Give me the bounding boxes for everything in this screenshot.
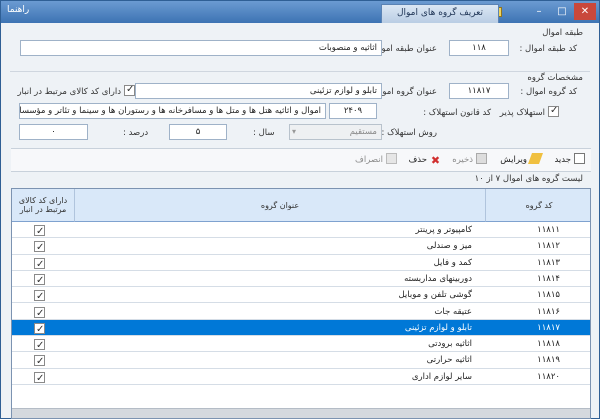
group-title-cell: کمد و فایل bbox=[433, 257, 472, 268]
cancel-button[interactable]: انصراف bbox=[355, 153, 397, 168]
percent-label: درصد : bbox=[123, 128, 149, 138]
help-menu[interactable]: راهنما bbox=[7, 5, 29, 15]
save-button[interactable]: ذخیره bbox=[452, 153, 487, 168]
table-row[interactable]: دوربینهای مداربسته ۱۱۸۱۴ bbox=[12, 271, 590, 288]
stock-link-checkbox[interactable] bbox=[34, 240, 45, 254]
table-row[interactable]: گوشی تلفن و موبایل ۱۱۸۱۵ bbox=[12, 287, 590, 304]
group-title-field[interactable]: تابلو و لوازم تزئینی bbox=[135, 83, 382, 99]
year-label: سال : bbox=[253, 128, 275, 138]
class-title-field[interactable]: اثاثیه و منصوبات bbox=[20, 40, 382, 56]
group-code-cell: ۱۱۸۲۰ bbox=[537, 371, 560, 382]
group-code-cell: ۱۱۸۱۴ bbox=[537, 273, 560, 284]
group-code-cell: ۱۱۸۱۵ bbox=[537, 290, 560, 301]
group-code-cell: ۱۱۸۱۸ bbox=[537, 339, 560, 350]
table-row[interactable]: سایر لوازم اداری ۱۱۸۲۰ bbox=[12, 369, 590, 385]
table-row[interactable]: میز و صندلی ۱۱۸۱۲ bbox=[12, 238, 590, 255]
law-code-field[interactable]: ۲۴۰۹ bbox=[329, 103, 377, 119]
header-group-title[interactable]: عنوان گروه bbox=[75, 189, 486, 222]
stock-link-checkbox[interactable] bbox=[34, 371, 45, 385]
group-title-cell: میز و صندلی bbox=[426, 241, 472, 252]
title-bar: ✕ □ – تعریف گروه های اموال راهنما bbox=[1, 1, 599, 23]
percent-field[interactable]: ۰ bbox=[19, 124, 88, 140]
window-title: تعریف گروه های اموال bbox=[381, 4, 499, 23]
form-body: طبقه اموال کد طبقه اموال : ۱۱۸ عنوان طبق… bbox=[3, 23, 597, 419]
maximize-button[interactable]: □ bbox=[551, 3, 573, 20]
stock-code-checkbox[interactable] bbox=[124, 84, 135, 96]
group-code-cell: ۱۱۸۱۳ bbox=[537, 257, 560, 268]
year-field[interactable]: ۵ bbox=[169, 124, 227, 140]
table-row[interactable]: کمد و فایل ۱۱۸۱۳ bbox=[12, 255, 590, 271]
cancel-icon bbox=[386, 153, 397, 164]
stock-link-checkbox[interactable] bbox=[34, 306, 45, 320]
class-section-legend: طبقه اموال bbox=[542, 28, 583, 38]
header-group-code[interactable]: کد گروه bbox=[486, 189, 590, 222]
method-select[interactable]: مستقیم bbox=[289, 124, 382, 140]
group-code-cell: ۱۱۸۱۷ bbox=[537, 322, 560, 333]
new-button[interactable]: جدید bbox=[554, 153, 585, 168]
delete-button[interactable]: ✖حذف bbox=[408, 153, 441, 168]
stock-link-checkbox[interactable] bbox=[34, 322, 45, 336]
group-code-cell: ۱۱۸۱۹ bbox=[537, 355, 560, 366]
stock-link-checkbox[interactable] bbox=[34, 224, 45, 238]
stock-link-checkbox[interactable] bbox=[34, 354, 45, 368]
group-section-legend: مشخصات گروه bbox=[527, 73, 583, 83]
group-code-field[interactable]: ۱۱۸۱۷ bbox=[449, 83, 509, 99]
edit-button[interactable]: ویرایش bbox=[500, 153, 544, 168]
section-divider bbox=[10, 71, 590, 72]
method-label: روش استهلاک : bbox=[381, 128, 438, 138]
chevron-down-icon: ▾ bbox=[292, 127, 297, 136]
groups-table: دارای کد کالای مرتبط در انبار عنوان گروه… bbox=[11, 188, 591, 419]
stock-link-checkbox[interactable] bbox=[34, 338, 45, 352]
law-code-label: کد قانون استهلاک : bbox=[423, 108, 491, 118]
group-code-label: کد گروه اموال : bbox=[520, 87, 577, 97]
pencil-icon bbox=[527, 153, 544, 164]
stock-code-checkbox-label: دارای کد کالای مرتبط در انبار bbox=[17, 87, 121, 97]
table-row[interactable]: کامپیوتر و پرینتر ۱۱۸۱۱ bbox=[12, 222, 590, 239]
save-icon bbox=[476, 153, 487, 164]
group-title-cell: گوشی تلفن و موبایل bbox=[398, 290, 472, 301]
depreciable-label: استهلاک پذیر bbox=[499, 108, 545, 118]
stock-link-checkbox[interactable] bbox=[34, 289, 45, 303]
group-code-cell: ۱۱۸۱۲ bbox=[537, 241, 560, 252]
group-code-cell: ۱۱۸۱۶ bbox=[537, 306, 560, 317]
horizontal-scrollbar[interactable] bbox=[12, 408, 590, 418]
depreciable-checkbox[interactable] bbox=[548, 105, 559, 117]
table-row[interactable]: اثاثیه برودتی ۱۱۸۱۸ bbox=[12, 336, 590, 353]
group-title-cell: دوربینهای مداربسته bbox=[404, 273, 472, 284]
delete-icon: ✖ bbox=[430, 154, 441, 167]
list-legend: لیست گروه های اموال ۷ از ۱۰ bbox=[474, 174, 583, 184]
stock-link-checkbox[interactable] bbox=[34, 257, 45, 271]
group-title-cell: اثاثیه حرارتی bbox=[426, 355, 472, 366]
group-code-cell: ۱۱۸۱۱ bbox=[537, 225, 560, 235]
group-title-cell: کامپیوتر و پرینتر bbox=[415, 225, 472, 235]
close-button[interactable]: ✕ bbox=[574, 3, 596, 20]
group-title-cell: اثاثیه برودتی bbox=[428, 339, 472, 350]
header-stock-link[interactable]: دارای کد کالای مرتبط در انبار bbox=[12, 189, 75, 222]
group-title-cell: تابلو و لوازم تزئینی bbox=[404, 322, 472, 333]
group-title-cell: سایر لوازم اداری bbox=[411, 371, 472, 382]
table-row[interactable]: اثاثیه حرارتی ۱۱۸۱۹ bbox=[12, 352, 590, 369]
law-description-field[interactable]: اموال و اثاثیه هتل ها و متل ها و مسافرخا… bbox=[19, 103, 326, 119]
table-row[interactable]: عتیقه جات ۱۱۸۱۶ bbox=[12, 304, 590, 320]
minimize-button[interactable]: – bbox=[528, 3, 550, 20]
table-row[interactable]: تابلو و لوازم تزئینی ۱۱۸۱۷ bbox=[12, 319, 590, 337]
class-code-field[interactable]: ۱۱۸ bbox=[449, 40, 509, 56]
app-window: ✕ □ – تعریف گروه های اموال راهنما طبقه ا… bbox=[0, 0, 600, 419]
class-code-label: کد طبقه اموال : bbox=[519, 44, 577, 54]
stock-link-checkbox[interactable] bbox=[34, 273, 45, 287]
toolbar: جدید ویرایش ذخیره ✖حذف انصراف bbox=[11, 148, 591, 172]
new-document-icon bbox=[574, 153, 585, 164]
group-title-cell: عتیقه جات bbox=[434, 306, 472, 317]
